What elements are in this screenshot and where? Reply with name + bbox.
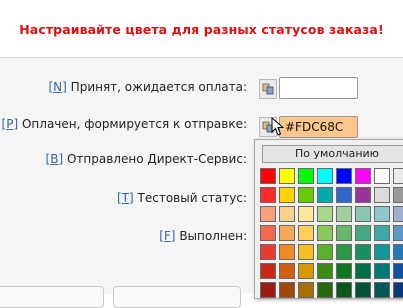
status-hotkey[interactable]: F (164, 229, 171, 243)
color-swatch[interactable] (298, 263, 314, 279)
color-swatch[interactable] (279, 244, 295, 260)
color-swatch[interactable] (279, 282, 295, 298)
color-swatch[interactable] (260, 225, 276, 241)
color-swatch[interactable] (317, 187, 333, 203)
color-swatch[interactable] (355, 263, 371, 279)
color-swatch[interactable] (298, 206, 314, 222)
status-row-f: [F] Выполнен: (159, 229, 247, 243)
color-swatch[interactable] (355, 168, 371, 184)
color-swatch[interactable] (336, 187, 352, 203)
color-swatch[interactable] (317, 263, 333, 279)
status-row-n: [N] Принят, ожидается оплата: (48, 80, 247, 94)
color-swatch[interactable] (336, 225, 352, 241)
color-swatch[interactable] (298, 282, 314, 298)
color-swatch[interactable] (317, 282, 333, 298)
bottom-button[interactable] (0, 286, 104, 308)
status-color-input[interactable] (279, 116, 358, 138)
color-swatch[interactable] (336, 244, 352, 260)
color-swatch[interactable] (374, 244, 390, 260)
color-swatch[interactable] (279, 225, 295, 241)
color-swatch[interactable] (393, 225, 403, 241)
status-label: Оплачен, формируется к отправке: (21, 117, 247, 131)
color-swatch[interactable] (279, 263, 295, 279)
page-title: Настраивайте цвета для разных статусов з… (19, 22, 384, 37)
color-swatch[interactable] (260, 206, 276, 222)
header-banner: Настраивайте цвета для разных статусов з… (0, 0, 403, 58)
status-label: Выполнен: (179, 229, 247, 243)
status-label: Отправлено Директ-Сервис: (66, 152, 247, 166)
status-hotkey[interactable]: N (53, 80, 62, 94)
color-swatch[interactable] (336, 263, 352, 279)
color-swatch[interactable] (298, 244, 314, 260)
color-swatch[interactable] (355, 244, 371, 260)
color-swatch[interactable] (374, 206, 390, 222)
color-swatch[interactable] (393, 168, 403, 184)
color-swatch[interactable] (279, 206, 295, 222)
color-swatch[interactable] (374, 225, 390, 241)
color-swatch[interactable] (355, 282, 371, 298)
color-swatch[interactable] (393, 244, 403, 260)
color-swatch[interactable] (317, 168, 333, 184)
color-swatch[interactable] (355, 206, 371, 222)
color-picker-icon[interactable] (259, 79, 277, 99)
color-swatch[interactable] (260, 244, 276, 260)
color-swatch[interactable] (393, 263, 403, 279)
color-swatch[interactable] (260, 282, 276, 298)
color-swatch[interactable] (355, 225, 371, 241)
color-swatch[interactable] (298, 225, 314, 241)
color-swatch[interactable] (374, 263, 390, 279)
color-swatch[interactable] (260, 168, 276, 184)
color-swatch[interactable] (336, 282, 352, 298)
status-hotkey[interactable]: T (122, 191, 129, 205)
color-swatch[interactable] (317, 225, 333, 241)
color-swatch[interactable] (393, 282, 403, 298)
color-swatch[interactable] (260, 263, 276, 279)
color-swatch[interactable] (374, 187, 390, 203)
color-swatch[interactable] (279, 168, 295, 184)
status-row-b: [B] Отправлено Директ-Сервис: (45, 152, 247, 166)
color-picker-popup: По умолчанию (254, 139, 403, 299)
status-label: Тестовый статус: (137, 191, 247, 205)
color-swatch[interactable] (260, 187, 276, 203)
status-row-t: [T] Тестовый статус: (116, 191, 247, 205)
bottom-button[interactable] (113, 286, 241, 308)
color-swatch[interactable] (298, 187, 314, 203)
status-row-p: [P] Оплачен, формируется к отправке: (1, 117, 247, 131)
default-color-button[interactable]: По умолчанию (262, 145, 403, 163)
status-color-input[interactable] (279, 77, 358, 99)
color-swatch[interactable] (336, 206, 352, 222)
status-label: Принят, ожидается оплата: (70, 80, 247, 94)
color-swatch[interactable] (355, 187, 371, 203)
color-swatch[interactable] (393, 187, 403, 203)
color-swatch[interactable] (317, 206, 333, 222)
color-swatch[interactable] (298, 168, 314, 184)
color-swatch[interactable] (279, 187, 295, 203)
color-swatch[interactable] (374, 168, 390, 184)
color-swatch[interactable] (317, 244, 333, 260)
color-swatch[interactable] (374, 282, 390, 298)
color-swatch[interactable] (336, 168, 352, 184)
mouse-cursor-icon (271, 117, 285, 136)
color-swatch[interactable] (393, 206, 403, 222)
